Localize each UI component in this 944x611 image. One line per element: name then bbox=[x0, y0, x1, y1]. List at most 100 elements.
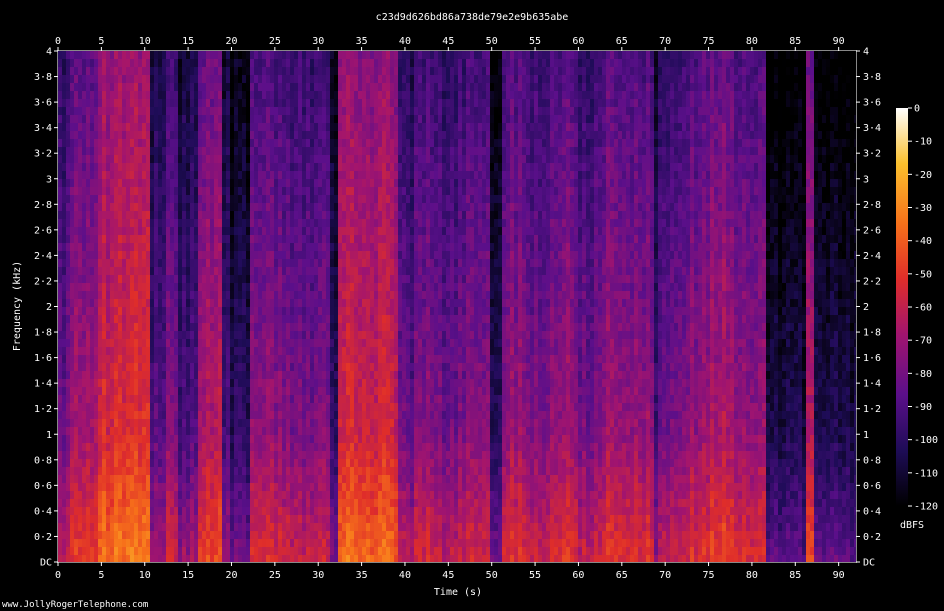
spectrogram-cell bbox=[126, 403, 131, 412]
spectrogram-cell bbox=[258, 243, 263, 252]
spectrogram-cell bbox=[138, 211, 143, 220]
spectrogram-cell bbox=[142, 171, 147, 180]
spectrogram-cell bbox=[222, 355, 227, 364]
spectrogram-cell bbox=[70, 355, 75, 364]
spectrogram-cell bbox=[158, 363, 163, 372]
spectrogram-cell bbox=[66, 219, 71, 228]
spectrogram-cell bbox=[266, 123, 271, 132]
spectrogram-cell bbox=[178, 283, 183, 292]
spectrogram-cell bbox=[70, 83, 75, 92]
spectrogram-cell bbox=[194, 259, 199, 268]
spectrogram-cell bbox=[314, 363, 319, 372]
spectrogram-cell bbox=[338, 59, 343, 68]
spectrogram-cell bbox=[278, 267, 283, 276]
spectrogram-cell bbox=[342, 171, 347, 180]
spectrogram-cell bbox=[286, 507, 291, 516]
spectrogram-cell bbox=[334, 315, 339, 324]
spectrogram-cell bbox=[222, 387, 227, 396]
spectrogram-cell bbox=[258, 459, 263, 468]
spectrogram-cell bbox=[162, 339, 167, 348]
spectrogram-cell bbox=[182, 363, 187, 372]
spectrogram-cell bbox=[322, 371, 327, 380]
spectrogram-cell bbox=[282, 203, 287, 212]
spectrogram-cell bbox=[142, 347, 147, 356]
spectrogram-cell bbox=[358, 387, 363, 396]
spectrogram-cell bbox=[86, 355, 91, 364]
spectrogram-cell bbox=[306, 291, 311, 300]
spectrogram-cell bbox=[150, 51, 155, 60]
spectrogram-cell bbox=[182, 219, 187, 228]
spectrogram-cell bbox=[242, 163, 247, 172]
spectrogram-cell bbox=[194, 275, 199, 284]
spectrogram-cell bbox=[322, 299, 327, 308]
spectrogram-cell bbox=[226, 451, 231, 460]
spectrogram-cell bbox=[154, 203, 159, 212]
spectrogram-cell bbox=[334, 75, 339, 84]
spectrogram-cell bbox=[302, 51, 307, 60]
spectrogram-cell bbox=[222, 379, 227, 388]
spectrogram-cell bbox=[262, 427, 267, 436]
spectrogram-cell bbox=[198, 259, 203, 268]
spectrogram-cell bbox=[210, 427, 215, 436]
spectrogram-cell bbox=[130, 187, 135, 196]
spectrogram-cell bbox=[286, 475, 291, 484]
spectrogram-cell bbox=[158, 107, 163, 116]
spectrogram-cell bbox=[274, 331, 279, 340]
spectrogram-cell bbox=[138, 59, 143, 68]
spectrogram-cell bbox=[202, 499, 207, 508]
spectrogram-cell bbox=[174, 211, 179, 220]
spectrogram-cell bbox=[346, 283, 351, 292]
spectrogram-cell bbox=[342, 187, 347, 196]
spectrogram-cell bbox=[270, 483, 275, 492]
spectrogram-cell bbox=[222, 107, 227, 116]
spectrogram-cell bbox=[118, 539, 123, 548]
spectrogram-cell bbox=[70, 331, 75, 340]
spectrogram-cell bbox=[350, 363, 355, 372]
spectrogram-cell bbox=[234, 267, 239, 276]
spectrogram-cell bbox=[322, 531, 327, 540]
spectrogram-cell bbox=[354, 483, 359, 492]
spectrogram-cell bbox=[134, 363, 139, 372]
spectrogram-cell bbox=[138, 379, 143, 388]
spectrogram-cell bbox=[122, 147, 127, 156]
spectrogram-cell bbox=[358, 363, 363, 372]
spectrogram-cell bbox=[242, 203, 247, 212]
spectrogram-cell bbox=[158, 267, 163, 276]
spectrogram-cell bbox=[146, 539, 151, 548]
spectrogram-cell bbox=[98, 411, 103, 420]
spectrogram-cell bbox=[238, 523, 243, 532]
spectrogram-cell bbox=[202, 83, 207, 92]
spectrogram-cell bbox=[70, 195, 75, 204]
spectrogram-cell bbox=[322, 347, 327, 356]
spectrogram-cell bbox=[130, 539, 135, 548]
spectrogram-cell bbox=[322, 547, 327, 556]
spectrogram-cell bbox=[126, 155, 131, 164]
spectrogram-cell bbox=[226, 259, 231, 268]
spectrogram-cell bbox=[354, 491, 359, 500]
spectrogram-cell bbox=[310, 147, 315, 156]
spectrogram-cell bbox=[174, 275, 179, 284]
spectrogram-cell bbox=[354, 371, 359, 380]
spectrogram-cell bbox=[242, 195, 247, 204]
spectrogram-cell bbox=[158, 331, 163, 340]
spectrogram-cell bbox=[78, 363, 83, 372]
spectrogram-cell bbox=[274, 107, 279, 116]
spectrogram-cell bbox=[74, 107, 79, 116]
spectrogram-cell bbox=[90, 203, 95, 212]
spectrogram-cell bbox=[170, 275, 175, 284]
spectrogram-cell bbox=[346, 99, 351, 108]
spectrogram-cell bbox=[170, 51, 175, 60]
spectrogram-cell bbox=[122, 475, 127, 484]
spectrogram-cell bbox=[342, 339, 347, 348]
spectrogram-cell bbox=[194, 339, 199, 348]
spectrogram-cell bbox=[210, 75, 215, 84]
spectrogram-cell bbox=[58, 203, 63, 212]
spectrogram-cell bbox=[334, 163, 339, 172]
spectrogram-cell bbox=[242, 491, 247, 500]
spectrogram-cell bbox=[350, 123, 355, 132]
spectrogram-cell bbox=[130, 491, 135, 500]
spectrogram-cell bbox=[206, 219, 211, 228]
spectrogram-cell bbox=[174, 483, 179, 492]
spectrogram-cell bbox=[350, 67, 355, 76]
spectrogram-cell bbox=[306, 539, 311, 548]
